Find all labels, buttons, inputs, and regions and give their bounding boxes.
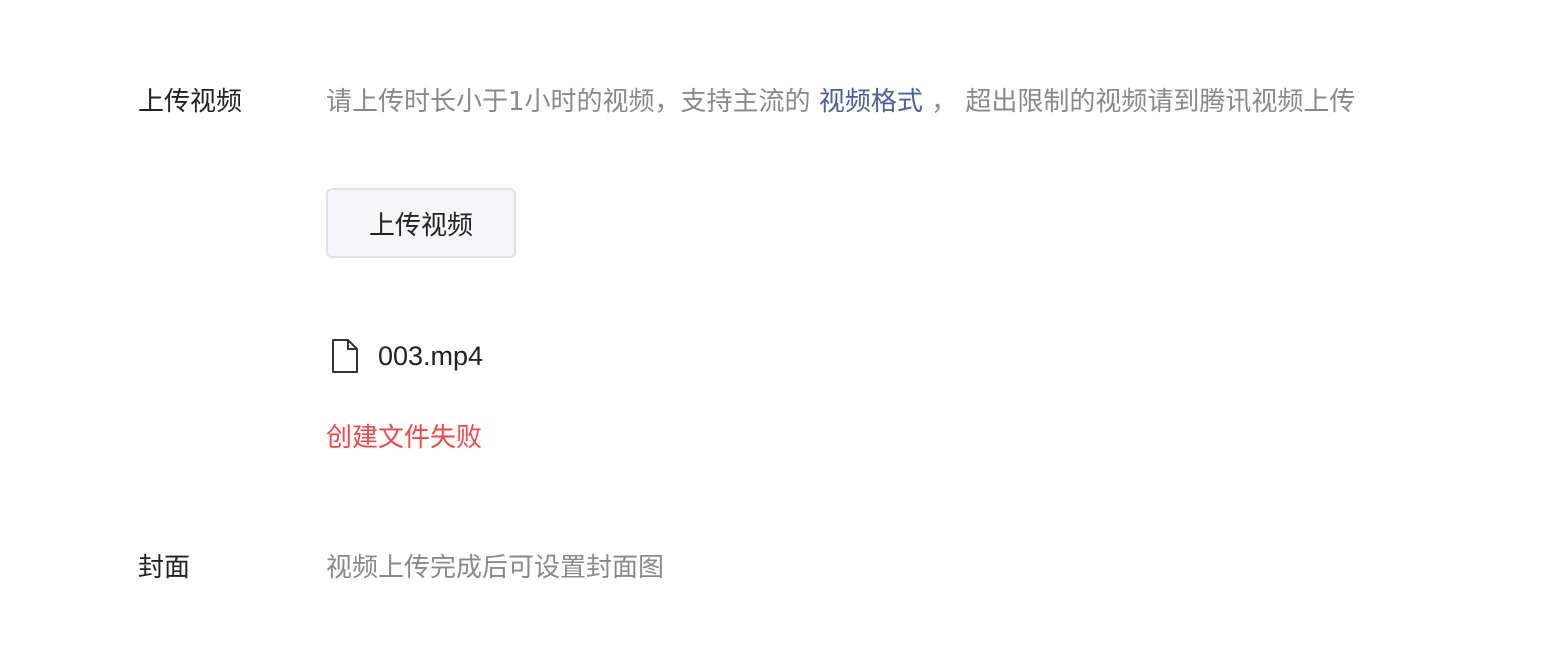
- upload-video-button[interactable]: 上传视频: [326, 188, 516, 258]
- upload-video-hint: 请上传时长小于1小时的视频，支持主流的 视频格式 ， 超出限制的视频请到腾讯视频…: [326, 80, 1426, 124]
- upload-error-message: 创建文件失败: [326, 423, 483, 453]
- upload-hint-text-after: ， 超出限制的视频请到腾讯视频上传: [922, 87, 1356, 117]
- file-icon: [330, 336, 362, 376]
- cover-label: 封面: [138, 553, 191, 583]
- video-upload-form: 上传视频 请上传时长小于1小时的视频，支持主流的 视频格式 ， 超出限制的视频请…: [0, 0, 1560, 658]
- video-format-link[interactable]: 视频格式: [819, 87, 923, 117]
- cover-hint: 视频上传完成后可设置封面图: [326, 553, 665, 583]
- upload-video-label: 上传视频: [138, 87, 243, 117]
- uploaded-file-item: 003.mp4: [330, 336, 483, 376]
- upload-hint-text-before: 请上传时长小于1小时的视频，支持主流的: [326, 87, 819, 117]
- file-name: 003.mp4: [378, 340, 484, 371]
